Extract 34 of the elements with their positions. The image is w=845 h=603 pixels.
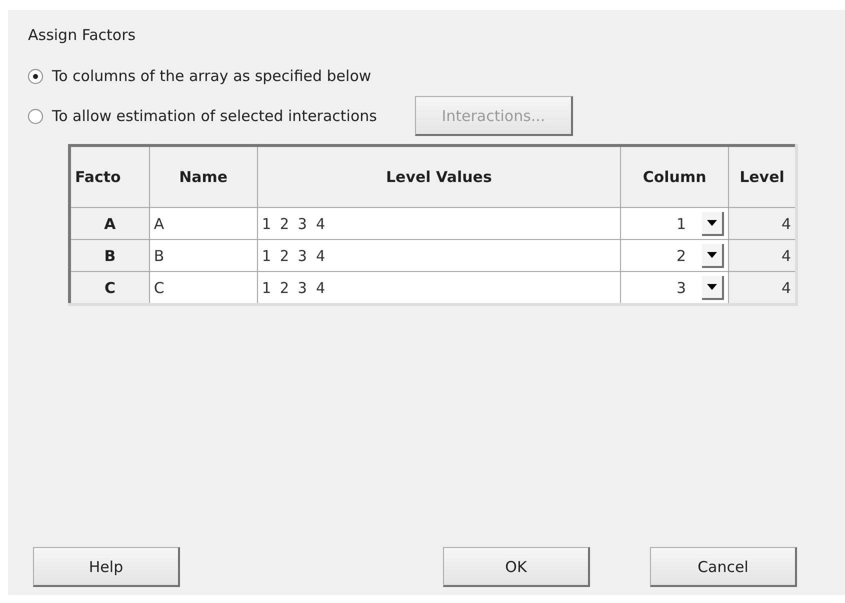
column-header: Level Values xyxy=(257,146,621,208)
dropdown-button[interactable] xyxy=(702,276,724,300)
name-cell[interactable]: A xyxy=(149,208,258,240)
level-cell: 4 xyxy=(728,240,796,272)
level-values-cell[interactable]: 1 2 3 4 xyxy=(257,240,621,272)
dropdown-button[interactable] xyxy=(702,212,724,236)
column-header: Column xyxy=(620,146,728,208)
caret-icon xyxy=(707,284,717,290)
factor-cell: B xyxy=(70,240,150,272)
column-header: Name xyxy=(149,146,258,208)
column-value: 1 xyxy=(676,214,686,232)
level-values-cell[interactable]: 1 2 3 4 xyxy=(257,208,621,240)
dropdown-button[interactable] xyxy=(702,244,724,268)
column-value: 3 xyxy=(676,278,686,296)
dialog-button[interactable]: OK xyxy=(443,547,590,587)
factor-cell: C xyxy=(70,272,150,304)
dialog-button[interactable]: Cancel xyxy=(650,547,797,587)
name-cell[interactable]: C xyxy=(149,272,258,304)
radio-button[interactable] xyxy=(28,68,43,84)
factor-cell: A xyxy=(70,208,150,240)
name-cell[interactable]: B xyxy=(149,240,258,272)
option-label: To allow estimation of selected interactions xyxy=(52,107,377,125)
level-values-cell[interactable]: 1 2 3 4 xyxy=(257,272,621,304)
caret-icon xyxy=(707,252,717,258)
radio-button[interactable] xyxy=(28,108,43,124)
column-value: 2 xyxy=(676,246,686,264)
option-label: To columns of the array as specified below xyxy=(52,67,372,85)
column-header: Facto xyxy=(70,146,150,208)
group-title: Assign Factors xyxy=(28,26,137,44)
level-cell: 4 xyxy=(728,208,796,240)
dialog-button[interactable]: Help xyxy=(33,547,180,587)
caret-icon xyxy=(707,220,717,226)
column-header: Level xyxy=(728,146,796,208)
level-cell: 4 xyxy=(728,272,796,304)
